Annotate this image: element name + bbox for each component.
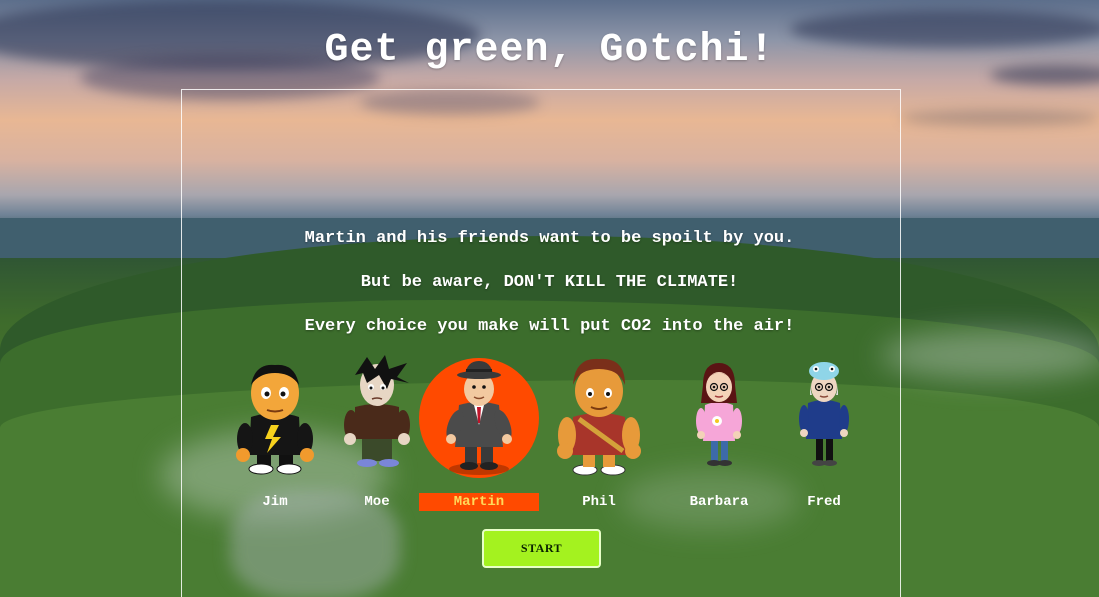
character-name-fred: Fred [807, 494, 841, 510]
phil-avatar[interactable] [539, 355, 659, 480]
intro-line-1: Martin and his friends want to be spoilt… [304, 229, 795, 248]
character-fred[interactable]: Fred [764, 355, 884, 515]
character-phil[interactable]: Phil [539, 355, 659, 515]
intro-line-3: Every choice you make will put CO2 into … [304, 317, 795, 336]
character-martin[interactable]: Martin [419, 355, 539, 515]
character-name-barbara: Barbara [689, 494, 749, 510]
character-name-phil: Phil [582, 494, 616, 510]
fred-avatar[interactable] [764, 355, 884, 480]
barbara-avatar[interactable] [659, 355, 779, 480]
start-button[interactable]: START [482, 529, 601, 568]
martin-avatar[interactable] [419, 355, 539, 480]
intro-line-2: But be aware, DON'T KILL THE CLIMATE! [360, 273, 739, 292]
character-barbara[interactable]: Barbara [659, 355, 779, 515]
game-title: Get green, Gotchi! [324, 28, 775, 73]
content-frame [181, 89, 901, 597]
character-name-martin: Martin [419, 493, 539, 511]
